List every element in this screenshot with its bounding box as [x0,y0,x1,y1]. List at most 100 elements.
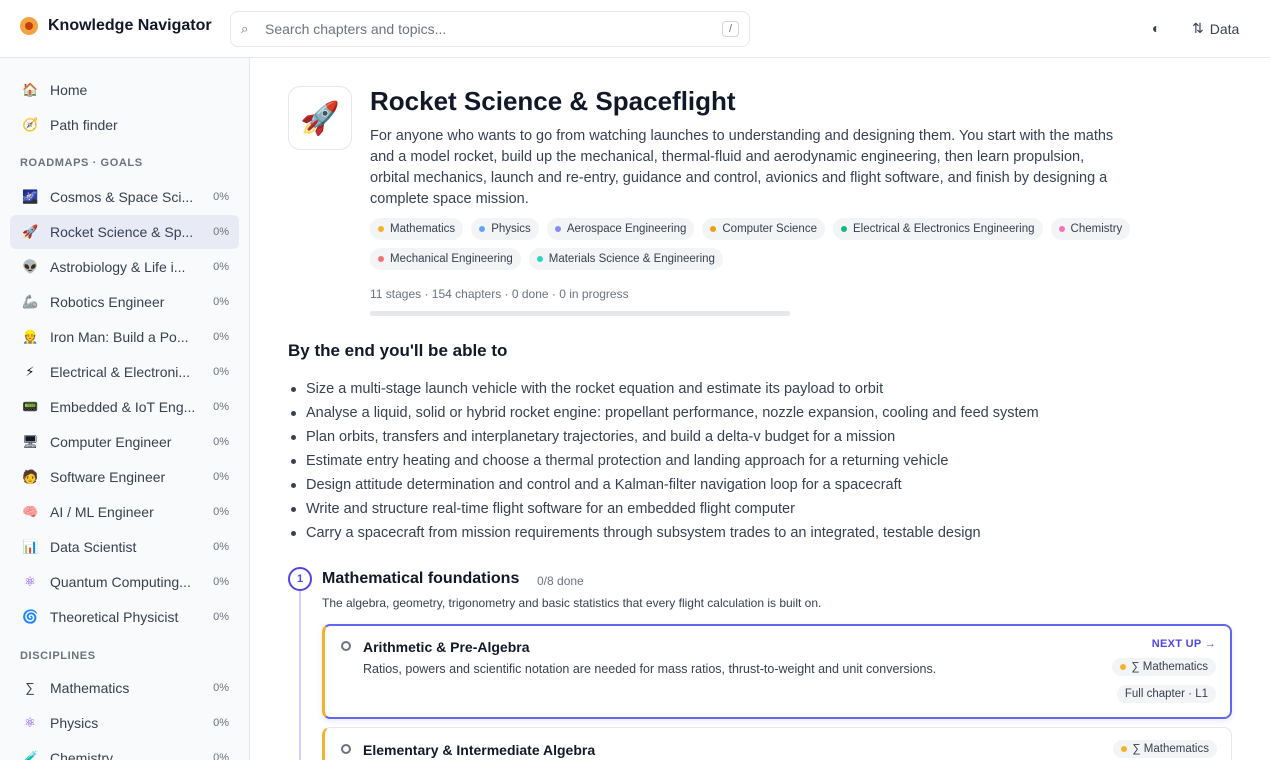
rocket-icon: 🚀 [288,86,352,150]
sidebar-item-label: Physics [50,715,99,731]
stage-description: The algebra, geometry, trigonometry and … [322,596,822,610]
sidebar-item-embedded[interactable]: 📟 Embedded & IoT Eng... 0% [10,390,239,424]
sidebar-item-home[interactable]: 🏠 Home [10,73,239,107]
sidebar-item-cosmos[interactable]: 🌌 Cosmos & Space Sci... 0% [10,180,239,214]
search-icon: ⌕ [241,21,249,36]
tag-label: Electrical & Electronics Engineering [852,223,1035,235]
goal-item: Analyse a liquid, solid or hybrid rocket… [288,401,1039,425]
tag-dot-icon [710,226,717,232]
goals-list: Size a multi-stage launch vehicle with t… [288,377,1039,545]
sidebar-item-software-engineer[interactable]: 🧑 Software Engineer 0% [10,460,239,494]
galaxy-icon: 🌌 [22,189,39,204]
monitor-icon: 🖥 [22,434,39,449]
lightning-icon: ⚡ [25,364,35,379]
sidebar-item-data-scientist[interactable]: 📊 Data Scientist 0% [10,530,239,564]
discipline-tag[interactable]: Materials Science & Engineering [528,248,723,270]
progress-percent: 0% [213,226,229,238]
goal-item: Plan orbits, transfers and interplanetar… [288,425,1039,449]
sidebar-item-robotics[interactable]: 🦾 Robotics Engineer 0% [10,285,239,319]
page-description: For anyone who wants to go from watching… [370,128,1114,207]
discipline-tags: Mathematics Physics Aerospace Engineerin… [370,218,1180,270]
tag-dot-icon [554,226,561,232]
brand[interactable]: Knowledge Navigator [20,17,212,35]
builder-icon: 👷 [22,329,39,344]
goal-item: Design attitude determination and contro… [288,473,1039,497]
chapter-card[interactable]: Arithmetic & Pre-Algebra Ratios, powers … [322,624,1232,719]
subject-dot-icon [1121,746,1128,752]
goal-item: Size a multi-stage launch vehicle with t… [288,377,1039,401]
status-circle-icon[interactable] [341,744,351,754]
theme-toggle-icon[interactable]: ◐ [1152,20,1168,36]
progress-percent: 0% [213,436,229,448]
data-button-label: Data [1209,20,1240,37]
sidebar-item-label: Computer Engineer [50,434,172,450]
data-button[interactable]: ⇅ Data [1192,20,1239,37]
subject-dot-icon [1120,664,1127,670]
progress-percent: 0% [213,366,229,378]
tag-label: Mathematics [390,223,456,235]
sidebar-item-physics[interactable]: ⚛ Physics 0% [10,706,239,740]
tag-dot-icon [378,226,384,232]
atom-icon: ⚛ [24,574,36,589]
sidebar-item-astrobiology[interactable]: 👽 Astrobiology & Life i... 0% [10,250,239,284]
top-bar: Knowledge Navigator ⌕ / ◐ ⇅ Data [0,0,1270,58]
discipline-tag[interactable]: Mechanical Engineering [370,248,521,270]
discipline-tag[interactable]: Physics [471,218,539,240]
stage-title[interactable]: Mathematical foundations [322,570,519,588]
sidebar-item-label: Path finder [50,117,118,133]
sidebar-item-label: Mathematics [50,680,130,696]
sidebar-item-electrical[interactable]: ⚡ Electrical & Electroni... 0% [10,355,239,389]
disciplines-heading: DISCIPLINES [20,650,96,662]
chapter-description: Ratios, powers and scientific notation a… [363,662,937,676]
sidebar-item-computer-engineer[interactable]: 🖥 Computer Engineer 0% [10,425,239,459]
sidebar-item-chemistry[interactable]: 🧪 Chemistry 0% [10,741,239,760]
search-bar[interactable]: ⌕ / [230,11,750,47]
sidebar-item-rocket-science[interactable]: 🚀 Rocket Science & Sp... 0% [10,215,239,249]
chapter-card[interactable]: Elementary & Intermediate Algebra ∑ Math… [322,727,1232,760]
discipline-tag[interactable]: Mathematics [370,218,464,240]
stage-timeline-line [299,591,301,760]
stage-number: 1 [288,567,312,591]
sort-arrows-icon: ⇅ [1192,20,1204,36]
tag-label: Physics [491,223,531,235]
tag-dot-icon [536,256,543,262]
sidebar-item-label: Rocket Science & Sp... [50,224,194,240]
goal-item: Carry a spacecraft from mission requirem… [288,521,1039,545]
progress-percent: 0% [213,752,229,760]
sidebar-item-label: Quantum Computing... [50,574,191,590]
sidebar-item-path-finder[interactable]: 🧭 Path finder [10,108,239,142]
discipline-tag[interactable]: Electrical & Electronics Engineering [832,218,1043,240]
app-name: Knowledge Navigator [48,17,212,34]
sigma-icon: ∑ [25,680,35,695]
compass-logo-icon [20,17,38,35]
sidebar-item-label: Electrical & Electroni... [50,364,191,380]
sidebar-item-theoretical-physicist[interactable]: 🌀 Theoretical Physicist 0% [10,600,239,634]
sidebar-item-label: Astrobiology & Life i... [50,259,186,275]
progress-percent: 0% [213,576,229,588]
search-input[interactable] [265,21,722,37]
status-circle-icon[interactable] [341,641,351,651]
tag-label: Chemistry [1070,223,1123,235]
progress-percent: 0% [213,682,229,694]
discipline-tag[interactable]: Aerospace Engineering [546,218,695,240]
progress-percent: 0% [213,296,229,308]
sidebar-item-iron-man[interactable]: 👷 Iron Man: Build a Po... 0% [10,320,239,354]
sidebar-item-label: Iron Man: Build a Po... [50,329,189,345]
spiral-icon: 🌀 [22,609,39,624]
next-up-label[interactable]: NEXT UP → [1152,638,1216,650]
sidebar-item-mathematics[interactable]: ∑ Mathematics 0% [10,671,239,705]
sidebar: 🏠 Home 🧭 Path finder ROADMAPS · GOALS 🌌 … [0,58,250,760]
discipline-tag[interactable]: Chemistry [1050,218,1131,240]
atom-icon: ⚛ [24,715,36,730]
tag-label: Mechanical Engineering [390,253,513,265]
tag-dot-icon [479,226,486,232]
tag-dot-icon [378,256,384,262]
sidebar-item-quantum[interactable]: ⚛ Quantum Computing... 0% [10,565,239,599]
level-badge: Full chapter · L1 [1116,685,1216,703]
sidebar-item-ai-ml[interactable]: 🧠 AI / ML Engineer 0% [10,495,239,529]
progress-percent: 0% [213,611,229,623]
subject-badge: ∑ Mathematics [1113,740,1217,758]
discipline-tag[interactable]: Computer Science [702,218,825,240]
roadmap-stats: 11 stages · 154 chapters · 0 done · 0 in… [370,287,629,301]
brain-icon: 🧠 [22,504,39,519]
